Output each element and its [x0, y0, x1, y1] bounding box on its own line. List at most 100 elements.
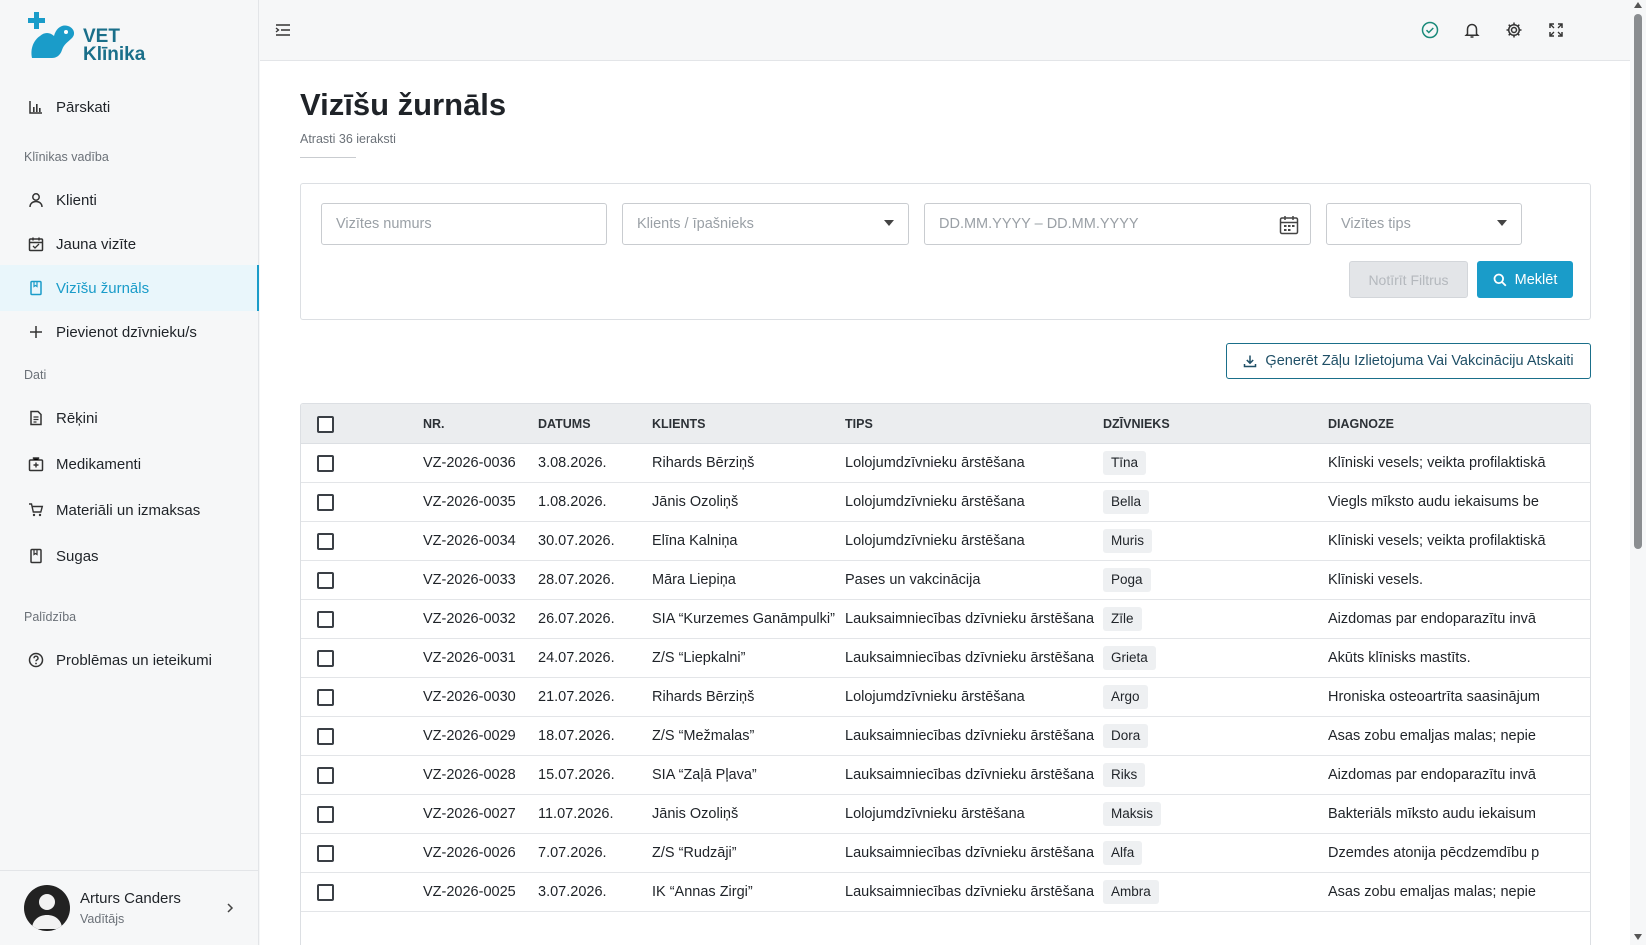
- cell-nr: VZ-2026-0035: [423, 494, 516, 510]
- table-row[interactable]: VZ-2026-0028 15.07.2026. SIA “Zaļā Pļava” L…: [301, 756, 1590, 795]
- search-button-label: Meklēt: [1514, 271, 1558, 288]
- table-row[interactable]: VZ-2026-0032 26.07.2026. SIA “Kurzemes Gan…: [301, 600, 1590, 639]
- calendar-icon[interactable]: [1278, 214, 1300, 236]
- table-row[interactable]: VZ-2026-0025 3.07.2026. IK “Annas Zirgi” La…: [301, 873, 1590, 912]
- page-scrollbar[interactable]: [1630, 0, 1646, 945]
- sidebar-item-label: Jauna vizīte: [56, 235, 137, 253]
- date-range-input[interactable]: DD.MM.YYYY – DD.MM.YYYY: [924, 203, 1311, 245]
- sidebar-item-medikamenti[interactable]: Medikamenti: [0, 441, 259, 487]
- logo-mark: [28, 12, 75, 58]
- table-row[interactable]: VZ-2026-0030 21.07.2026. Rihards Bērziņš Lo…: [301, 678, 1590, 717]
- sidebar-item-jauna-vizite[interactable]: Jauna vizīte: [0, 221, 259, 267]
- scroll-thumb[interactable]: [1634, 14, 1642, 549]
- table-row[interactable]: VZ-2026-0027 11.07.2026. Jānis Ozoliņš Lolo…: [301, 795, 1590, 834]
- user-icon: [26, 190, 46, 210]
- animal-badge: Ambra: [1103, 880, 1159, 904]
- table-row[interactable]: VZ-2026-0035 1.08.2026. Jānis Ozoliņš Loloj…: [301, 483, 1590, 522]
- sidebar-item-sugas[interactable]: Sugas: [0, 533, 259, 579]
- row-checkbox[interactable]: [317, 884, 334, 901]
- cell-client: Jānis Ozoliņš: [652, 494, 739, 510]
- sidebar-item-label: Medikamenti: [56, 455, 142, 473]
- bell-icon[interactable]: [1461, 19, 1483, 41]
- cell-nr: VZ-2026-0032: [423, 611, 516, 627]
- cell-type: Lauksaimniecības dzīvnieku ārstēšana: [845, 728, 1095, 744]
- row-checkbox[interactable]: [317, 455, 334, 472]
- logo-text-line2: Klīnika: [83, 44, 146, 65]
- animal-badge: Dora: [1103, 724, 1149, 748]
- chevron-right-icon[interactable]: [225, 901, 235, 918]
- cell-diagnosis: Aizdomas par endoparazītu invā: [1328, 611, 1536, 627]
- cell-diagnosis: Asas zobu emaljas malas; nepie: [1328, 884, 1536, 900]
- sidebar-item-materiali[interactable]: Materiāli un izmaksas: [0, 487, 259, 533]
- cell-type: Lauksaimniecības dzīvnieku ārstēšana: [845, 845, 1095, 861]
- column-header-datums[interactable]: DATUMS: [538, 417, 591, 431]
- cell-type: Lolojumdzīvnieku ārstēšana: [845, 689, 1025, 705]
- cell-diagnosis: Aizdomas par endoparazītu invā: [1328, 767, 1536, 783]
- cell-type: Lolojumdzīvnieku ārstēšana: [845, 806, 1025, 822]
- document-icon: [26, 408, 46, 428]
- chevron-down-icon: [1497, 220, 1507, 226]
- row-checkbox[interactable]: [317, 650, 334, 667]
- vet-clinic-logo[interactable]: VET Klīnika: [26, 10, 146, 66]
- visit-type-select[interactable]: Vizītes tips: [1326, 203, 1522, 245]
- gear-icon[interactable]: [1503, 19, 1525, 41]
- user-profile[interactable]: Arturs Canders Vadītājs: [0, 870, 259, 945]
- row-checkbox[interactable]: [317, 572, 334, 589]
- user-role: Vadītājs: [80, 912, 125, 926]
- cell-type: Pases un vakcinācija: [845, 572, 981, 588]
- fullscreen-icon[interactable]: [1545, 19, 1567, 41]
- plus-icon: [26, 322, 46, 342]
- cell-nr: VZ-2026-0033: [423, 572, 516, 588]
- select-all-checkbox[interactable]: [317, 416, 334, 433]
- medkit-icon: [26, 454, 46, 474]
- avatar: [24, 885, 70, 931]
- table-row[interactable]: VZ-2026-0033 28.07.2026. Māra Liepiņa Pases…: [301, 561, 1590, 600]
- cell-nr: VZ-2026-0025: [423, 884, 516, 900]
- column-header-nr[interactable]: NR.: [423, 417, 445, 431]
- cell-diagnosis: Asas zobu emaljas malas; nepie: [1328, 728, 1536, 744]
- table-row[interactable]: VZ-2026-0029 18.07.2026. Z/S “Mežmalas” Lau…: [301, 717, 1590, 756]
- cell-nr: VZ-2026-0031: [423, 650, 516, 666]
- sidebar-item-label: Problēmas un ieteikumi: [56, 651, 212, 669]
- clear-filters-button[interactable]: Notīrīt Filtrus: [1349, 261, 1468, 298]
- visit-number-input[interactable]: Vizītes numurs: [321, 203, 607, 245]
- sidebar-item-rekini[interactable]: Rēķini: [0, 395, 259, 441]
- search-button[interactable]: Meklēt: [1477, 261, 1573, 298]
- generate-report-label: Ģenerēt Zāļu Izlietojuma Vai Vakcināciju…: [1265, 353, 1574, 369]
- row-checkbox[interactable]: [317, 494, 334, 511]
- column-header-dzivnieks[interactable]: DZĪVNIEKS: [1103, 417, 1170, 431]
- sidebar-item-parskati[interactable]: Pārskati: [0, 84, 259, 130]
- sidebar-item-vizisu-zurnals[interactable]: Vizīšu žurnāls: [0, 265, 259, 311]
- column-header-tips[interactable]: TIPS: [845, 417, 873, 431]
- table-row[interactable]: VZ-2026-0026 7.07.2026. Z/S “Rudzāji” Lauks…: [301, 834, 1590, 873]
- column-header-diagnoze[interactable]: DIAGNOZE: [1328, 417, 1394, 431]
- scroll-down-arrow-icon[interactable]: [1634, 934, 1642, 940]
- row-checkbox[interactable]: [317, 767, 334, 784]
- table-row[interactable]: VZ-2026-0031 24.07.2026. Z/S “Liepkalni” La…: [301, 639, 1590, 678]
- row-checkbox[interactable]: [317, 611, 334, 628]
- row-checkbox[interactable]: [317, 728, 334, 745]
- menu-icon[interactable]: [272, 19, 294, 41]
- chevron-down-icon: [884, 220, 894, 226]
- cell-type: Lolojumdzīvnieku ārstēšana: [845, 455, 1025, 471]
- sidebar-item-problemas[interactable]: Problēmas un ieteikumi: [0, 637, 259, 683]
- column-header-klients[interactable]: KLIENTS: [652, 417, 705, 431]
- client-select[interactable]: Klients / īpašnieks: [622, 203, 909, 245]
- row-checkbox[interactable]: [317, 689, 334, 706]
- scroll-up-arrow-icon[interactable]: [1634, 2, 1642, 8]
- sidebar-item-pievienot-dzivnieku[interactable]: Pievienot dzīvnieku/s: [0, 309, 259, 355]
- cell-diagnosis: Hroniska osteoartrīta saasinājum: [1328, 689, 1540, 705]
- animal-badge: Zīle: [1103, 607, 1142, 631]
- row-checkbox[interactable]: [317, 806, 334, 823]
- table-row[interactable]: VZ-2026-0036 3.08.2026. Rihards Bērziņš Lol…: [301, 444, 1590, 483]
- cell-date: 11.07.2026.: [538, 806, 614, 822]
- generate-report-button[interactable]: Ģenerēt Zāļu Izlietojuma Vai Vakcināciju…: [1226, 343, 1591, 379]
- table-row[interactable]: VZ-2026-0034 30.07.2026. Elīna Kalniņa Lolo…: [301, 522, 1590, 561]
- row-checkbox[interactable]: [317, 845, 334, 862]
- sidebar-section-klinikas-vadiba: Klīnikas vadība: [24, 150, 109, 164]
- row-checkbox[interactable]: [317, 533, 334, 550]
- sidebar-item-klienti[interactable]: Klienti: [0, 177, 259, 223]
- sidebar-item-label: Vizīšu žurnāls: [56, 279, 150, 297]
- check-circle-icon[interactable]: [1419, 19, 1441, 41]
- cell-client: SIA “Zaļā Pļava”: [652, 767, 757, 783]
